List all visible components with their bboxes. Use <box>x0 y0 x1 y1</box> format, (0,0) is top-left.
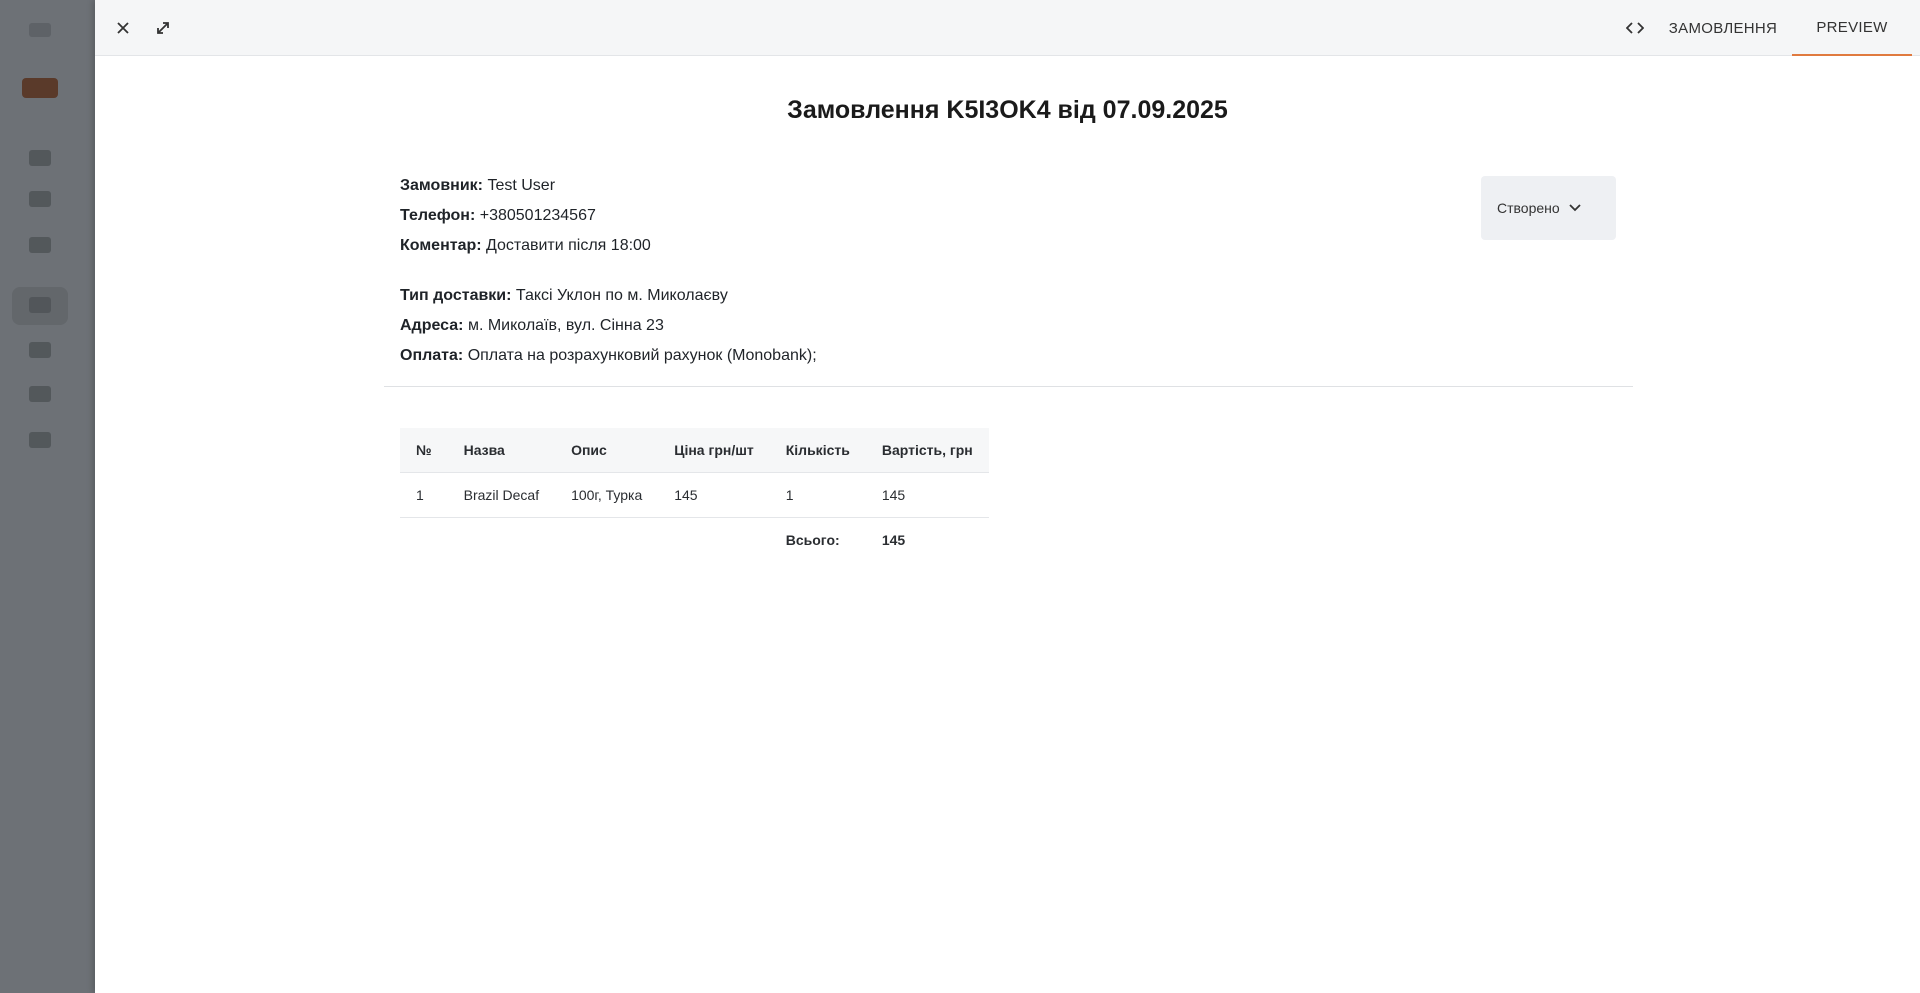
payment-value: Оплата на розрахунковий рахунок (Monoban… <box>467 347 817 364</box>
total-label: Всього: <box>769 516 866 562</box>
table-cell: 145 <box>865 471 989 517</box>
sidebar-item-icon[interactable] <box>29 342 51 358</box>
comment-line: Коментар: Доставити після 18:00 <box>400 237 651 255</box>
table-cell: 1 <box>400 471 448 517</box>
status-select[interactable]: Створено <box>1481 176 1616 240</box>
sidebar-backdrop <box>0 0 95 993</box>
column-header: Ціна грн/шт <box>658 428 770 472</box>
code-icon <box>1626 22 1644 34</box>
expand-icon <box>157 22 169 34</box>
address-value: м. Миколаїв, вул. Сінна 23 <box>467 317 664 334</box>
address-label: Адреса: <box>400 317 464 334</box>
delivery-label: Тип доставки: <box>400 287 512 304</box>
order-items-table: № Назва Опис Ціна грн/шт Кількість Варті… <box>400 428 989 562</box>
sidebar-item-icon[interactable] <box>29 432 51 448</box>
sidebar-item-icon[interactable] <box>29 150 51 166</box>
payment-line: Оплата: Оплата на розрахунковий рахунок … <box>400 347 817 365</box>
column-header: Вартість, грн <box>865 428 989 472</box>
payment-label: Оплата: <box>400 347 464 364</box>
sidebar-item-icon[interactable] <box>29 191 51 207</box>
table-cell: Brazil Decaf <box>447 471 556 517</box>
divider <box>384 386 1633 387</box>
order-preview-panel: ЗАМОВЛЕННЯ PREVIEW Замовлення K5I3OK4 ві… <box>95 0 1920 993</box>
phone-line: Телефон: +380501234567 <box>400 207 596 225</box>
sidebar-item-icon[interactable] <box>29 237 51 253</box>
close-icon <box>117 22 129 34</box>
column-header: Назва <box>447 428 556 472</box>
column-header: № <box>400 428 448 472</box>
customer-label: Замовник: <box>400 177 483 194</box>
table-header-row: № Назва Опис Ціна грн/шт Кількість Варті… <box>400 428 989 472</box>
phone-value: +380501234567 <box>479 207 596 224</box>
address-line: Адреса: м. Миколаїв, вул. Сінна 23 <box>400 317 664 335</box>
table-row: 1 Brazil Decaf 100г, Турка 145 1 145 <box>400 471 989 517</box>
menu-icon[interactable] <box>29 23 51 37</box>
chevron-down-icon <box>1569 204 1581 212</box>
close-button[interactable] <box>109 14 137 42</box>
page-title: Замовлення K5I3OK4 від 07.09.2025 <box>787 96 1228 124</box>
expand-button[interactable] <box>149 14 177 42</box>
sidebar-item-icon[interactable] <box>29 386 51 402</box>
tab-preview[interactable]: PREVIEW <box>1792 0 1912 56</box>
table-cell: 1 <box>769 471 866 517</box>
column-header: Опис <box>555 428 659 472</box>
delivery-value: Таксі Уклон по м. Миколаєву <box>515 287 728 304</box>
table-total-row: Всього: 145 <box>400 516 989 562</box>
column-header: Кількість <box>769 428 866 472</box>
customer-line: Замовник: Test User <box>400 177 555 195</box>
total-value: 145 <box>865 516 989 562</box>
table-cell: 100г, Турка <box>555 471 659 517</box>
sidebar-item-icon[interactable] <box>29 297 51 313</box>
comment-label: Коментар: <box>400 237 482 254</box>
status-value: Створено <box>1497 200 1560 216</box>
table-cell: 145 <box>658 471 770 517</box>
logo <box>22 78 58 98</box>
phone-label: Телефон: <box>400 207 476 224</box>
customer-value: Test User <box>487 177 556 194</box>
comment-value: Доставити після 18:00 <box>486 237 651 254</box>
delivery-line: Тип доставки: Таксі Уклон по м. Миколаєв… <box>400 287 728 305</box>
tab-order[interactable]: ЗАМОВЛЕННЯ <box>1663 0 1783 56</box>
panel-toolbar: ЗАМОВЛЕННЯ PREVIEW <box>95 0 1920 56</box>
code-view-button[interactable] <box>1621 14 1649 42</box>
